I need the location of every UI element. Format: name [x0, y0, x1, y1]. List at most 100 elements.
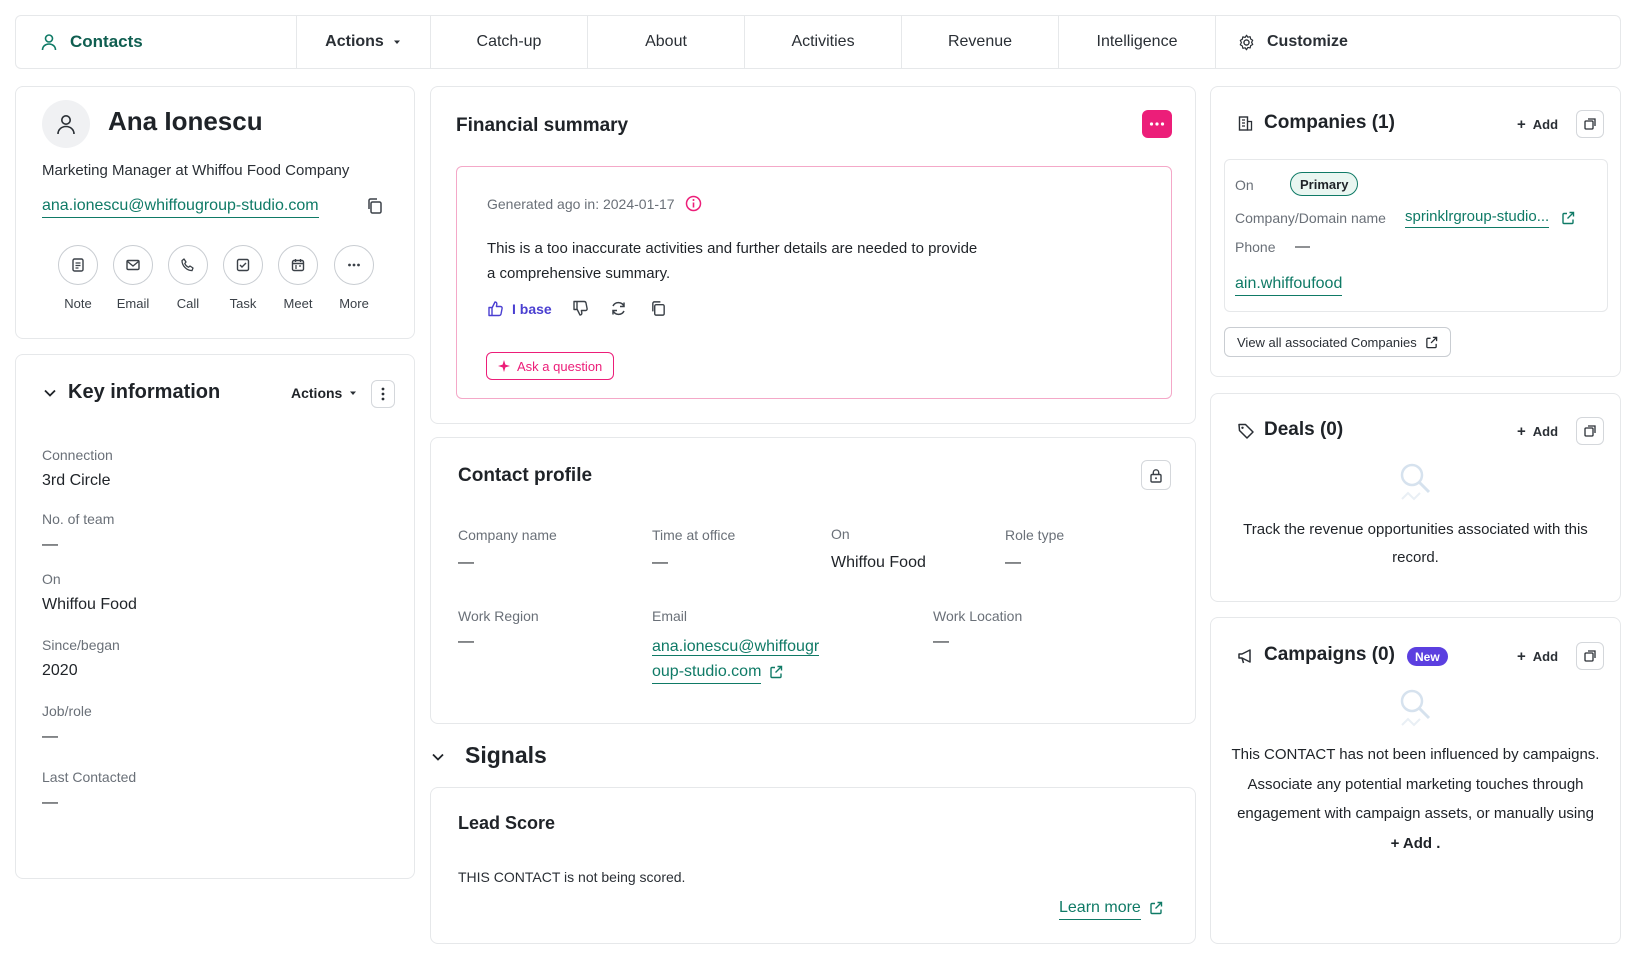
sparkle-icon — [498, 360, 510, 372]
on-value: Whiffou Food — [42, 596, 137, 613]
since-label: Since/began — [42, 637, 120, 653]
info-icon[interactable] — [685, 195, 702, 212]
ellipsis-icon — [1149, 122, 1165, 126]
nav-actions-dropdown[interactable]: Actions — [296, 16, 430, 68]
campaigns-add-inline-link[interactable]: + Add . — [1211, 829, 1620, 859]
note-icon — [58, 245, 98, 285]
customize-button[interactable]: Customize — [1215, 16, 1620, 68]
more-label: More — [339, 296, 369, 311]
campaigns-add-label: Add — [1532, 649, 1559, 664]
empty-search-icon — [1394, 459, 1438, 505]
deals-empty-line-2: record. — [1392, 549, 1439, 566]
tab-about[interactable]: About — [587, 16, 744, 68]
financial-menu-button[interactable] — [1142, 110, 1172, 138]
task-action[interactable]: Task — [223, 245, 263, 311]
external-link-icon — [1562, 211, 1575, 224]
more-action[interactable]: More — [334, 245, 374, 311]
generated-row: Generated ago in: 2024-01-17 — [487, 195, 702, 212]
campaigns-add-button[interactable]: + Add — [1517, 648, 1558, 665]
gear-icon — [1238, 34, 1255, 51]
deals-add-button[interactable]: + Add — [1517, 423, 1558, 440]
companies-add-button[interactable]: + Add — [1517, 116, 1558, 133]
connection-label: Connection — [42, 447, 113, 463]
deals-title: Deals (0) — [1264, 419, 1344, 440]
ask-question-button[interactable]: Ask a question — [486, 352, 615, 380]
learn-more-link[interactable]: Learn more — [1059, 897, 1163, 920]
companies-title: Companies (1) — [1264, 112, 1395, 133]
campaigns-line-1: This CONTACT has not been influenced by … — [1231, 746, 1600, 763]
domain-link[interactable]: sprinklrgroup-studio... — [1405, 207, 1575, 229]
lock-icon[interactable] — [1141, 460, 1171, 490]
contact-name: Ana Ionescu — [108, 106, 263, 136]
tab-catch-up[interactable]: Catch-up — [430, 16, 587, 68]
refresh-icon[interactable] — [610, 300, 627, 317]
summary-text: This is a too inaccurate activities and … — [487, 236, 977, 286]
calendar-icon — [278, 245, 318, 285]
role-type-label: Role type — [1005, 527, 1065, 543]
lead-score-card: Lead Score THIS CONTACT is not being sco… — [430, 787, 1196, 944]
contact-email-link[interactable]: ana.ionescu@whiffougroup-studio.com — [42, 195, 319, 218]
expand-icon[interactable] — [1576, 417, 1604, 445]
contact-profile-title: Contact profile — [458, 465, 593, 486]
caret-down-icon — [392, 37, 402, 47]
last-contacted-value: — — [42, 794, 58, 811]
note-action[interactable]: Note — [58, 245, 98, 311]
meet-action[interactable]: Meet — [278, 245, 318, 311]
learn-more-label: Learn more — [1059, 897, 1141, 920]
summary-line-1: This is a too inaccurate activities and … — [487, 240, 978, 257]
like-button[interactable]: I base — [487, 300, 552, 317]
copy-icon[interactable] — [366, 197, 384, 215]
domain-label: Company/Domain name — [1235, 210, 1386, 226]
connection-value: 3rd Circle — [42, 472, 111, 489]
email-action[interactable]: Email — [113, 245, 153, 311]
profile-email-link[interactable]: ana.ionescu@whiffougr oup-studio.com — [652, 632, 820, 684]
company-name-value: — — [458, 554, 474, 571]
checkbox-icon — [223, 245, 263, 285]
chevron-down-icon[interactable] — [42, 385, 58, 401]
company-link[interactable]: ain.whiffoufood — [1235, 273, 1343, 296]
mail-icon — [113, 245, 153, 285]
contact-title: Marketing Manager at Whiffou Food Compan… — [42, 162, 350, 179]
external-link-icon — [1425, 336, 1437, 348]
megaphone-icon — [1237, 647, 1255, 665]
tab-intelligence[interactable]: Intelligence — [1058, 16, 1215, 68]
avatar — [42, 100, 90, 148]
person-icon — [40, 33, 58, 51]
view-all-companies-button[interactable]: View all associated Companies — [1224, 327, 1451, 357]
email-line-2: oup-studio.com — [652, 661, 762, 684]
campaigns-empty-text: This CONTACT has not been influenced by … — [1211, 740, 1620, 858]
call-action[interactable]: Call — [168, 245, 208, 311]
companies-add-label: Add — [1532, 117, 1559, 132]
expand-icon[interactable] — [1576, 642, 1604, 670]
tag-icon — [1237, 422, 1255, 440]
thumbs-down-icon[interactable] — [572, 300, 589, 317]
new-badge: New — [1407, 647, 1448, 666]
external-link-icon — [770, 666, 783, 679]
person-icon — [57, 115, 75, 135]
chevron-down-icon[interactable] — [430, 749, 446, 765]
phone-value: — — [1295, 238, 1310, 255]
call-label: Call — [176, 296, 200, 311]
last-contacted-label: Last Contacted — [42, 769, 137, 785]
generated-date: Generated ago in: 2024-01-17 — [487, 195, 675, 212]
tab-activities[interactable]: Activities — [744, 16, 901, 68]
profile-on-value: Whiffou Food — [831, 554, 926, 571]
profile-email-label: Email — [652, 608, 688, 624]
team-label: No. of team — [42, 511, 115, 527]
time-at-office-value: — — [652, 554, 668, 571]
tab-revenue[interactable]: Revenue — [901, 16, 1058, 68]
profile-on-label: On — [831, 526, 850, 542]
kebab-menu-icon[interactable] — [371, 380, 395, 408]
job-role-value: — — [42, 728, 58, 745]
like-label: I base — [512, 300, 552, 317]
nav-contacts[interactable]: Contacts — [16, 16, 296, 68]
task-label: Task — [229, 296, 257, 311]
ask-question-label: Ask a question — [517, 358, 603, 374]
copy-icon[interactable] — [650, 300, 667, 317]
primary-badge: Primary — [1290, 172, 1359, 196]
job-role-label: Job/role — [42, 703, 92, 719]
ellipsis-icon — [334, 245, 374, 285]
expand-icon[interactable] — [1576, 110, 1604, 138]
phone-icon — [168, 245, 208, 285]
key-info-actions-dropdown[interactable]: Actions — [291, 385, 358, 401]
